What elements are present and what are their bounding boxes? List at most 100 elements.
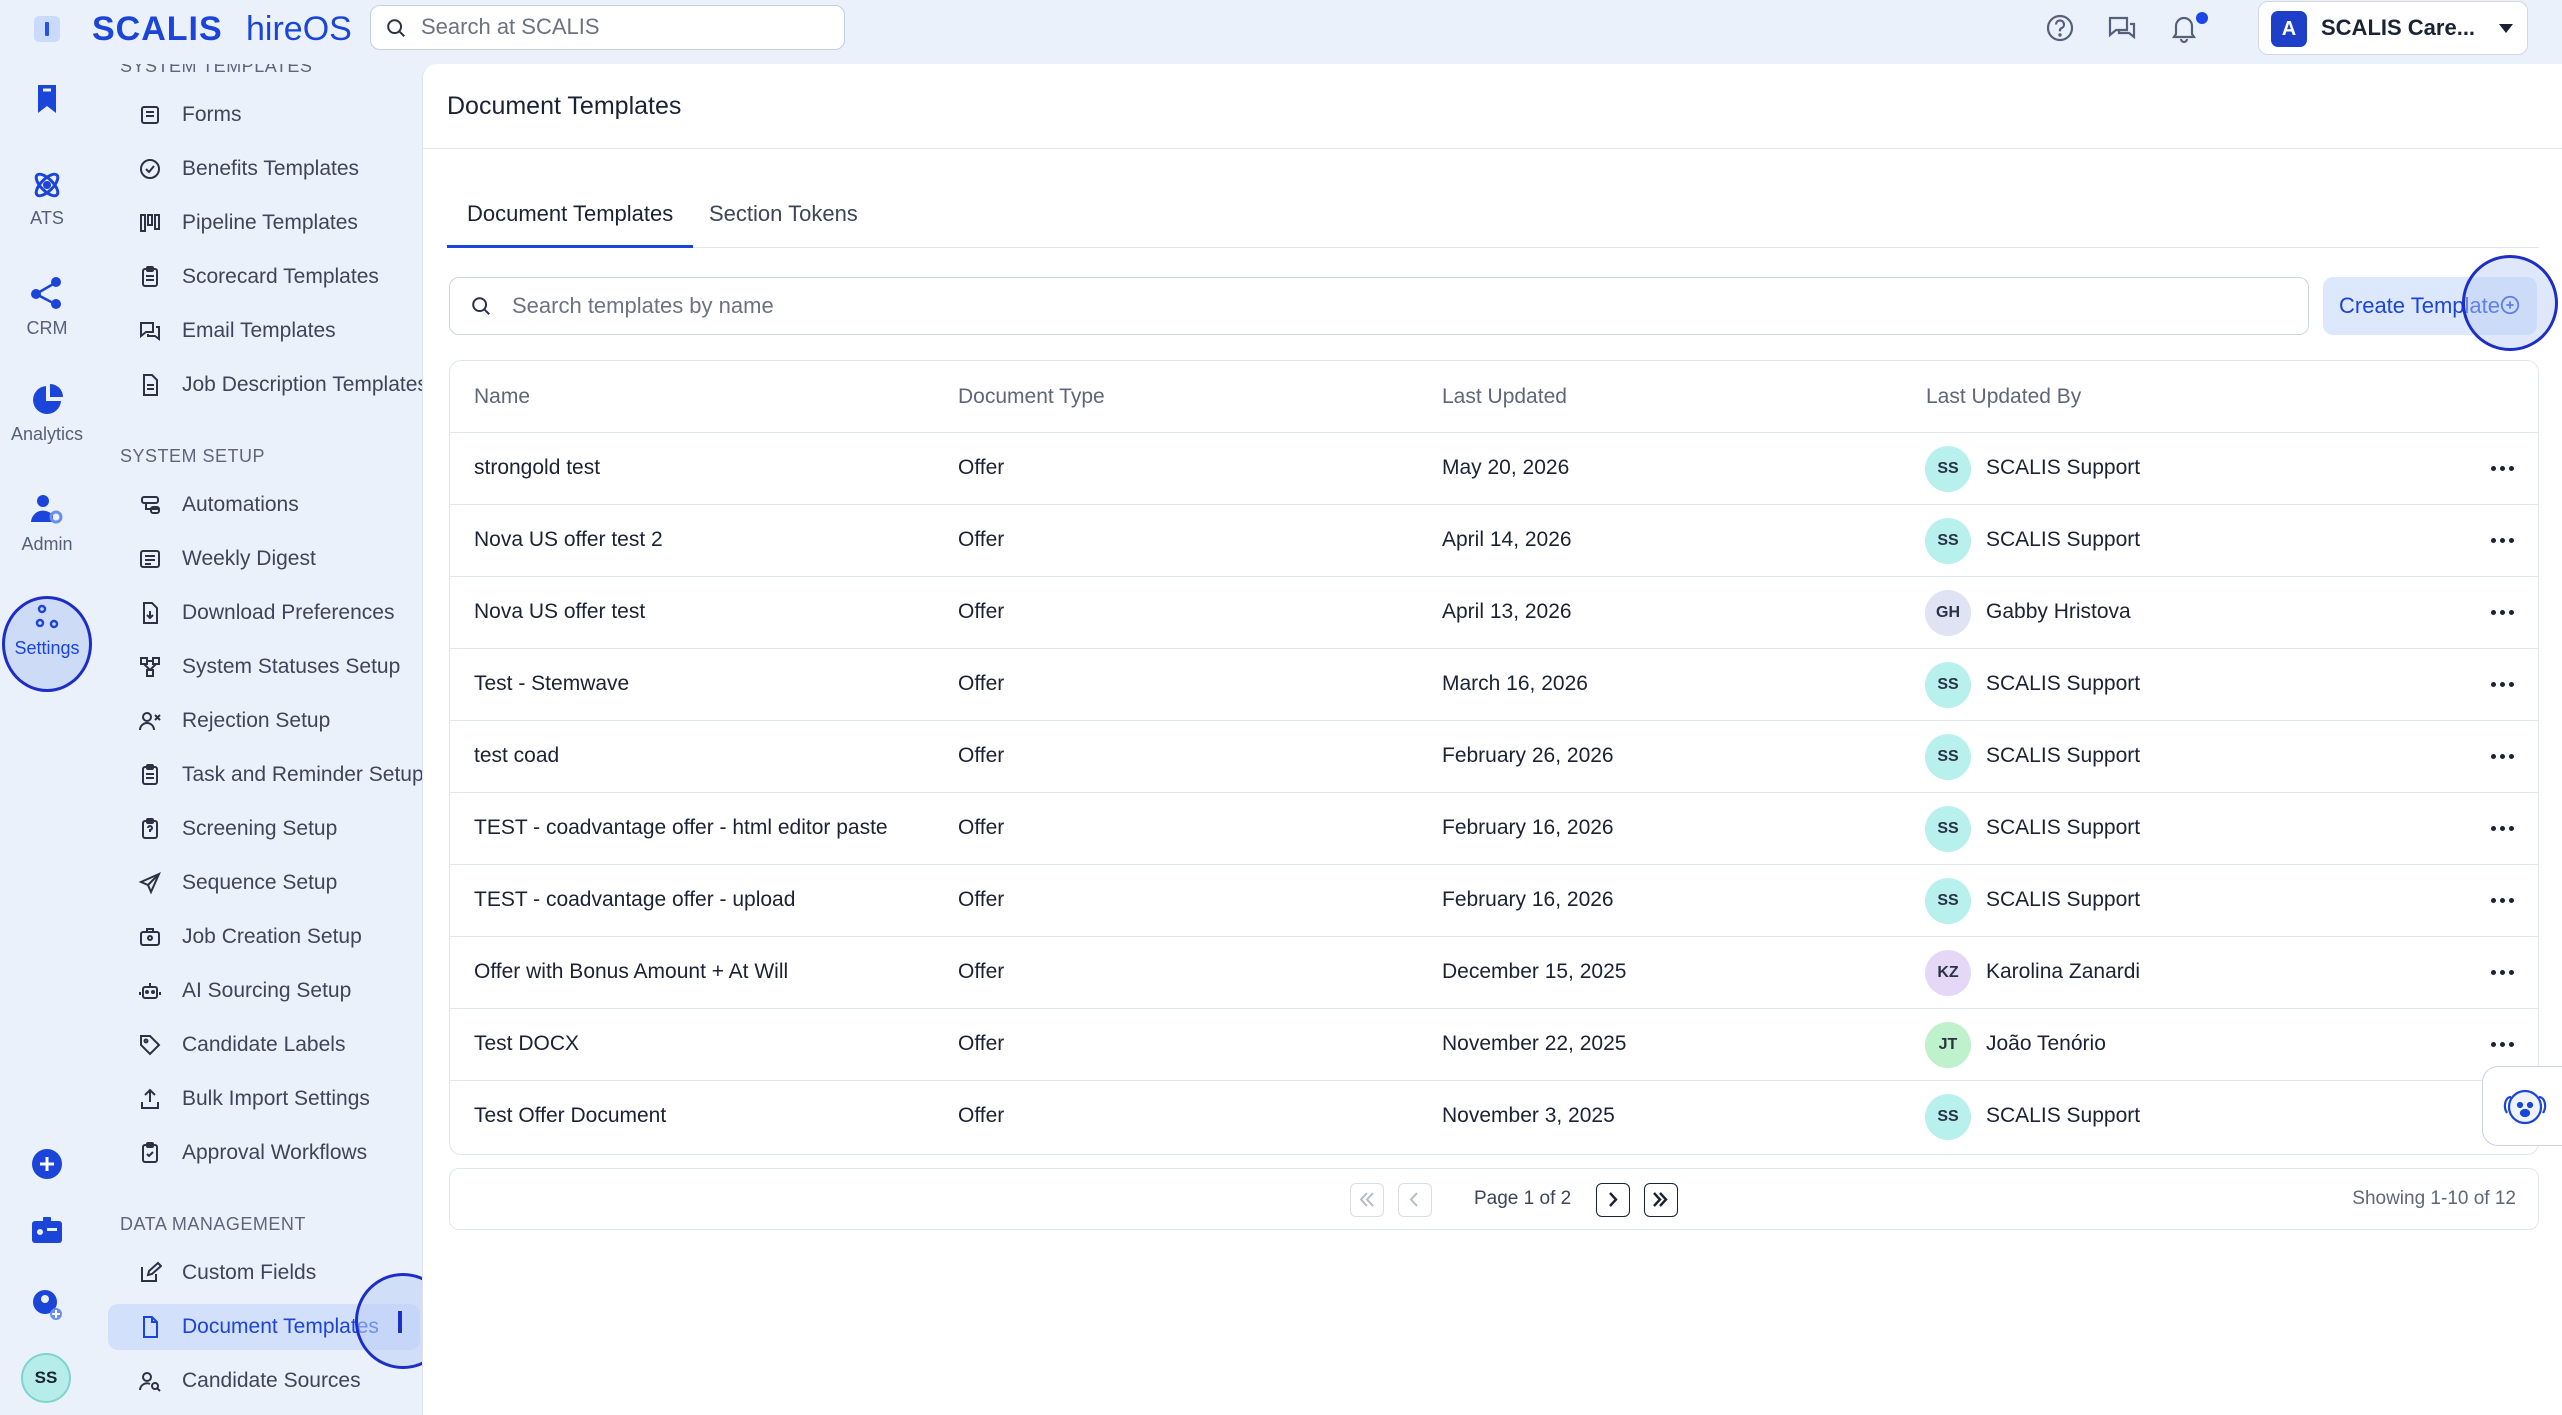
cell-last-updated: May 20, 2026 — [1442, 456, 1570, 479]
messages-icon[interactable] — [2104, 10, 2140, 46]
template-search[interactable] — [449, 277, 2309, 335]
sidebar-item-label: Job Creation Setup — [182, 925, 362, 948]
previous-page-button[interactable] — [1398, 1183, 1432, 1217]
section-label-system-setup: SYSTEM SETUP — [120, 446, 266, 466]
table-row[interactable]: Nova US offer test Offer April 13, 2026 GH G… — [450, 577, 2538, 649]
sidebar-item-job-description-templates[interactable]: Job Description Templates — [108, 362, 422, 408]
avatar: JT — [1925, 1022, 1971, 1068]
more-actions-button[interactable] — [2488, 453, 2518, 483]
automation-icon — [141, 496, 160, 514]
cell-last-updated-by: SCALIS Support — [1986, 888, 2141, 911]
column-header-name[interactable]: Name — [474, 385, 530, 409]
sidebar-item-ai-sourcing-setup[interactable]: AI Sourcing Setup — [108, 968, 420, 1014]
sidebar-item-label: Weekly Digest — [182, 547, 316, 570]
cell-document-type: Offer — [958, 456, 1005, 479]
table-row[interactable]: strongold test Offer May 20, 2026 SS SCALIS … — [450, 433, 2538, 505]
more-actions-button[interactable] — [2488, 597, 2518, 627]
more-actions-button[interactable] — [2488, 525, 2518, 555]
dot-icon — [2500, 898, 2505, 903]
cell-name[interactable]: strongold test — [474, 456, 600, 480]
sidebar-item-system-statuses-setup[interactable]: System Statuses Setup — [108, 644, 420, 690]
sidebar-item-email-templates[interactable]: Email Templates — [108, 308, 420, 354]
cell-name[interactable]: TEST - coadvantage offer - upload — [474, 888, 795, 912]
brand-logo[interactable]: SCALIS — [92, 10, 223, 49]
rail-item-admin[interactable]: Admin — [0, 490, 94, 555]
table-row[interactable]: test coad Offer February 26, 2026 SS SCALIS … — [450, 721, 2538, 793]
cell-name[interactable]: Nova US offer test 2 — [474, 528, 663, 552]
sidebar-item-sequence-setup[interactable]: Sequence Setup — [108, 860, 420, 906]
table-row[interactable]: TEST - coadvantage offer - upload Offer Fe… — [450, 865, 2538, 937]
table-row[interactable]: Test - Stemwave Offer March 16, 2026 SS SCAL… — [450, 649, 2538, 721]
help-icon[interactable] — [2042, 10, 2078, 46]
sidebar-item-rejection-setup[interactable]: Rejection Setup — [108, 698, 420, 744]
table-row[interactable]: Test Offer Document Offer November 3, 2025… — [450, 1081, 2538, 1153]
company-switcher[interactable]: A SCALIS Care... — [2258, 1, 2528, 55]
more-actions-button[interactable] — [2488, 885, 2518, 915]
global-search-input[interactable] — [421, 6, 821, 48]
dot-icon — [2500, 1042, 2505, 1047]
tab-section-tokens[interactable]: Section Tokens — [689, 180, 878, 248]
sidebar-item-task-reminder-setup[interactable]: Task and Reminder Setup — [108, 752, 422, 798]
table-row[interactable]: Nova US offer test 2 Offer April 14, 2026 S… — [450, 505, 2538, 577]
sidebar-item-bulk-import-settings[interactable]: Bulk Import Settings — [108, 1076, 420, 1122]
cell-name[interactable]: test coad — [474, 744, 559, 768]
sidebar-toggle-icon[interactable] — [34, 16, 60, 42]
column-header-document-type[interactable]: Document Type — [958, 385, 1105, 409]
sidebar-item-pipeline-templates[interactable]: Pipeline Templates — [108, 200, 420, 246]
sidebar-item-download-preferences[interactable]: Download Preferences — [108, 590, 420, 636]
rail-label-settings: Settings — [14, 638, 80, 658]
last-page-button[interactable] — [1644, 1183, 1678, 1217]
sidebar-item-automations[interactable]: Automations — [108, 482, 420, 528]
status-flow-icon — [140, 657, 160, 677]
column-header-last-updated[interactable]: Last Updated — [1442, 385, 1567, 409]
cell-last-updated-by: SCALIS Support — [1986, 456, 2141, 479]
cell-last-updated: April 14, 2026 — [1442, 528, 1572, 551]
sidebar-item-candidate-sources[interactable]: Candidate Sources — [108, 1358, 420, 1404]
rail-user-add-button[interactable] — [0, 1288, 94, 1322]
sidebar-item-weekly-digest[interactable]: Weekly Digest — [108, 536, 420, 582]
table-row[interactable]: TEST - coadvantage offer - html editor p… — [450, 793, 2538, 865]
rail-add-button[interactable] — [0, 1148, 94, 1180]
cell-name[interactable]: TEST - coadvantage offer - html editor p… — [474, 816, 888, 840]
cell-name[interactable]: Offer with Bonus Amount + At Will — [474, 960, 788, 984]
user-avatar[interactable]: SS — [21, 1353, 71, 1403]
rail-id-card-button[interactable] — [0, 1215, 94, 1245]
sidebar-item-approval-workflows[interactable]: Approval Workflows — [108, 1130, 420, 1176]
assistant-launcher[interactable] — [2482, 1066, 2562, 1146]
sidebar-item-candidate-labels[interactable]: Candidate Labels — [108, 1022, 420, 1068]
dot-icon — [2509, 754, 2514, 759]
sidebar-item-label: Candidate Sources — [182, 1369, 361, 1392]
column-header-last-updated-by[interactable]: Last Updated By — [1926, 385, 2081, 409]
cell-name[interactable]: Test Offer Document — [474, 1104, 666, 1128]
first-page-button[interactable] — [1350, 1183, 1384, 1217]
table-row[interactable]: Offer with Bonus Amount + At Will Offer De… — [450, 937, 2538, 1009]
sidebar-item-screening-setup[interactable]: Screening Setup — [108, 806, 420, 852]
user-add-icon — [33, 1290, 62, 1320]
rail-item-crm[interactable]: CRM — [0, 274, 94, 339]
cell-last-updated-by: SCALIS Support — [1986, 672, 2141, 695]
tab-document-templates[interactable]: Document Templates — [447, 180, 694, 248]
more-actions-button[interactable] — [2488, 669, 2518, 699]
more-actions-button[interactable] — [2488, 741, 2518, 771]
more-actions-button[interactable] — [2488, 957, 2518, 987]
rail-item-settings[interactable]: Settings — [0, 602, 94, 659]
cell-name[interactable]: Nova US offer test — [474, 600, 645, 624]
dot-icon — [2491, 610, 2496, 615]
table-row[interactable]: Test DOCX Offer November 22, 2025 JT João Te… — [450, 1009, 2538, 1081]
global-search[interactable] — [370, 5, 845, 50]
sidebar-item-scorecard-templates[interactable]: Scorecard Templates — [108, 254, 420, 300]
sidebar-item-benefits-templates[interactable]: Benefits Templates — [108, 146, 420, 192]
user-x-icon — [139, 712, 161, 731]
dog-assistant-icon — [2503, 1089, 2547, 1125]
template-search-input[interactable] — [512, 278, 2212, 333]
rail-item-bookmarks[interactable] — [0, 82, 94, 116]
more-actions-button[interactable] — [2488, 1029, 2518, 1059]
rail-item-analytics[interactable]: Analytics — [0, 382, 94, 445]
sidebar-item-job-creation-setup[interactable]: Job Creation Setup — [108, 914, 420, 960]
cell-name[interactable]: Test DOCX — [474, 1032, 579, 1056]
more-actions-button[interactable] — [2488, 813, 2518, 843]
rail-item-ats[interactable]: ATS — [0, 168, 94, 229]
next-page-button[interactable] — [1596, 1183, 1630, 1217]
sidebar-item-forms[interactable]: Forms — [108, 92, 420, 138]
cell-name[interactable]: Test - Stemwave — [474, 672, 629, 696]
